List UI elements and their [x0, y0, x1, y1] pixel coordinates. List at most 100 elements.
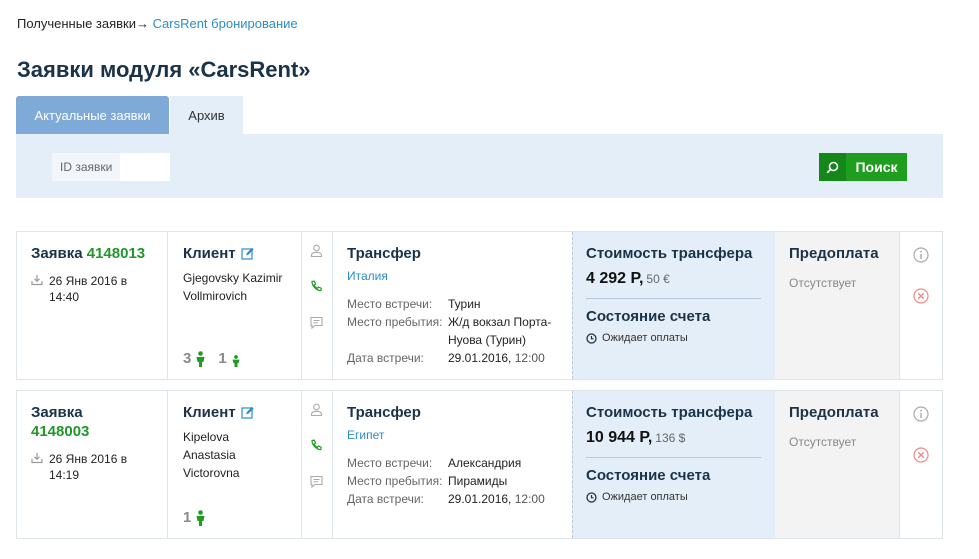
edit-icon[interactable]: [241, 406, 254, 419]
invoice-status: Ожидает оплаты: [586, 491, 775, 503]
download-icon[interactable]: [31, 274, 49, 305]
transfer-cell: Трансфер Италия Место встречи: Турин Мест…: [332, 232, 572, 379]
meeting-date-value: 29.01.2016, 12:00: [448, 490, 545, 508]
breadcrumb-current[interactable]: CarsRent бронирование: [153, 16, 298, 31]
contact-icons: [301, 391, 332, 538]
order-id-input[interactable]: [120, 153, 170, 181]
prepayment-value: Отсутствует: [789, 435, 857, 449]
prepayment-label: Предоплата: [789, 245, 879, 262]
transfer-label: Трансфер: [347, 245, 421, 262]
order-label: Заявка: [31, 404, 83, 421]
contact-icons: [301, 232, 332, 379]
order-id-cell: Заявка 4148003 26 Янв 2016 в 14:19: [17, 391, 167, 538]
order-date-text: 26 Янв 2016 в: [49, 452, 128, 466]
meeting-place-label: Место встречи:: [347, 297, 433, 311]
chat-icon[interactable]: [310, 475, 323, 488]
clock-icon: [586, 332, 597, 344]
order-actions: [899, 391, 942, 538]
order-time-text: 14:40: [49, 290, 80, 304]
meeting-time: 12:00: [514, 351, 545, 365]
invoice-status-text: Ожидает оплаты: [602, 332, 688, 344]
client-name: Gjegovsky Kazimir Vollmirovich: [183, 271, 283, 303]
user-icon[interactable]: [310, 403, 323, 416]
breadcrumb-parent[interactable]: Полученные заявки: [17, 16, 136, 31]
client-heading: Клиент: [183, 244, 301, 263]
order-number[interactable]: 4148013: [87, 245, 145, 262]
arrival-place-label: Место пребытия:: [347, 315, 443, 329]
prepayment-cell: Предоплата Отсутствует: [775, 391, 899, 538]
cancel-icon[interactable]: [913, 288, 929, 304]
price-rub: 10 944 Р,: [586, 429, 653, 446]
order-date: 26 Янв 2016 в 14:40: [31, 273, 167, 305]
cancel-icon[interactable]: [913, 447, 929, 463]
transfer-country[interactable]: Италия: [347, 269, 572, 283]
order-time-text: 14:19: [49, 468, 80, 482]
prepayment-value: Отсутствует: [789, 276, 857, 290]
passengers: 1: [183, 509, 218, 526]
phone-icon[interactable]: [310, 439, 323, 452]
meeting-place-value: Турин: [448, 297, 481, 311]
client-cell: Клиент Gjegovsky Kazimir Vollmirovich 3 …: [167, 232, 301, 379]
transfer-details: Место встречи: Турин Место пребытия: Ж/д в…: [347, 295, 572, 367]
invoice-state-label: Состояние счета: [586, 308, 711, 325]
order-title: Заявка 4148003: [31, 403, 131, 441]
client-cell: Клиент Kipelova Anastasia Victorovna 1: [167, 391, 301, 538]
price-alt: 50 €: [646, 272, 670, 286]
adults-count: 3: [183, 350, 206, 367]
price-alt: 136 $: [655, 431, 686, 445]
clock-icon: [586, 491, 597, 503]
transfer-details: Место встречи: Александрия Место пребытия…: [347, 454, 572, 508]
invoice-state-label: Состояние счета: [586, 467, 711, 484]
client-heading: Клиент: [183, 403, 301, 422]
meeting-date: 29.01.2016,: [448, 351, 512, 365]
prepayment-cell: Предоплата Отсутствует: [775, 232, 899, 379]
phone-icon[interactable]: [310, 280, 323, 293]
page-title: Заявки модуля «CarsRent»: [17, 57, 311, 82]
order-title: Заявка 4148013: [31, 244, 167, 263]
cost-label: Стоимость трансфера: [586, 245, 753, 262]
order-id-label: ID заявки: [52, 153, 120, 181]
download-icon[interactable]: [31, 452, 49, 483]
invoice-status-text: Ожидает оплаты: [602, 491, 688, 503]
tab-archive[interactable]: Архив: [170, 96, 243, 134]
meeting-date: 29.01.2016,: [448, 492, 512, 506]
order-date: 26 Янв 2016 в 14:19: [31, 451, 167, 483]
tabs: Актуальные заявки Архив: [16, 96, 243, 140]
client-label: Клиент: [183, 245, 236, 262]
transfer-country[interactable]: Египет: [347, 428, 572, 442]
breadcrumb: Полученные заявки→ CarsRent бронирование: [17, 16, 298, 31]
meeting-place-label: Место встречи:: [347, 456, 433, 470]
price: 10 944 Р, 136 $: [586, 429, 775, 447]
info-icon[interactable]: [913, 247, 929, 263]
info-icon[interactable]: [913, 406, 929, 422]
user-icon[interactable]: [310, 244, 323, 257]
order-actions: [899, 232, 942, 379]
order-number[interactable]: 4148003: [31, 422, 131, 441]
cost-divider: [586, 457, 761, 458]
edit-icon[interactable]: [241, 247, 254, 260]
adults-count: 1: [183, 509, 206, 526]
children-count: 1: [218, 350, 240, 367]
order-id-cell: Заявка 4148013 26 Янв 2016 в 14:40: [17, 232, 167, 379]
breadcrumb-separator: →: [136, 16, 150, 31]
invoice-status: Ожидает оплаты: [586, 332, 775, 344]
meeting-date-label: Дата встречи:: [347, 351, 424, 365]
transfer-label: Трансфер: [347, 404, 421, 421]
adult-icon: [196, 510, 205, 526]
price: 4 292 Р, 50 €: [586, 270, 775, 288]
cost-divider: [586, 298, 761, 299]
tab-current-orders[interactable]: Актуальные заявки: [16, 96, 169, 140]
search-button-label: Поиск: [855, 159, 898, 175]
meeting-place-value: Александрия: [448, 456, 522, 470]
order-card: Заявка 4148003 26 Янв 2016 в 14:19 Клиен…: [16, 390, 943, 539]
chat-icon[interactable]: [310, 316, 323, 329]
cost-cell: Стоимость трансфера 4 292 Р, 50 € Состоян…: [572, 232, 775, 379]
transfer-cell: Трансфер Египет Место встречи: Александри…: [332, 391, 572, 538]
search-button[interactable]: Поиск: [819, 153, 907, 181]
arrival-place-value: Ж/д вокзал Порта-Нуова (Турин): [448, 315, 552, 347]
filter-bar: ID заявки Поиск: [16, 134, 943, 198]
adults-number: 3: [183, 350, 192, 367]
search-icon: [819, 153, 846, 181]
order-date-text: 26 Янв 2016 в: [49, 274, 128, 288]
adults-number: 1: [183, 509, 192, 526]
